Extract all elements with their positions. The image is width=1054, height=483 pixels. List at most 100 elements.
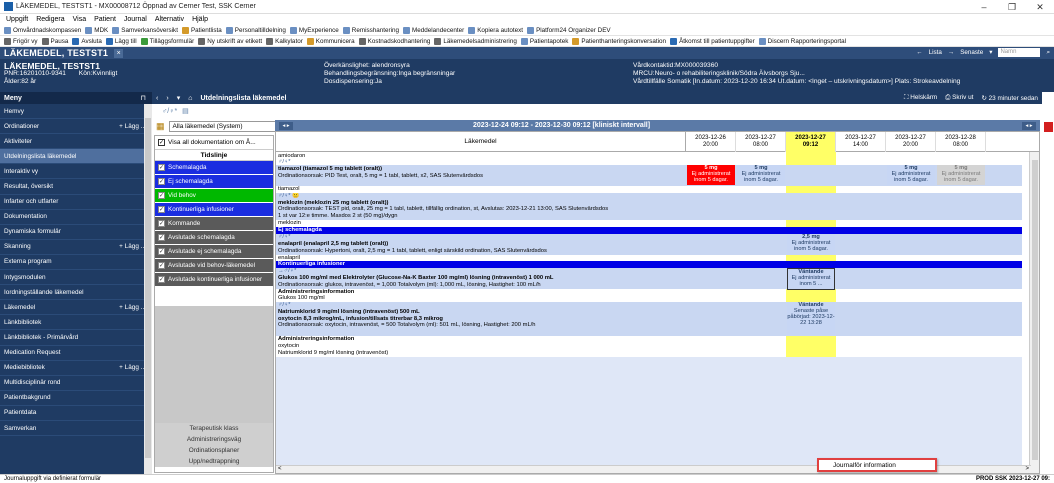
forward-icon[interactable]: → xyxy=(948,49,954,56)
sidebar-item-skanning[interactable]: Skanning + Lägg ... xyxy=(0,240,152,255)
sidebar-item-medication-request[interactable]: Medication Request xyxy=(0,346,152,361)
scroll-right-icon[interactable]: > xyxy=(1025,466,1029,473)
date-col-6[interactable]: 2023-12-28 08:00 xyxy=(936,132,986,152)
cell-glukos-current[interactable]: Väntande Ej administrerat inom 5 ... xyxy=(787,268,835,290)
toolbar-mdk[interactable]: MDK xyxy=(85,26,108,34)
close-patient-icon[interactable]: × xyxy=(114,48,124,58)
toolbar-atkomst-till-patientuppgifter[interactable]: Åtkomst till patientuppgifter xyxy=(670,37,755,45)
close-button[interactable]: ✕ xyxy=(1026,0,1054,14)
sidebar-item-patientdata[interactable]: Patientdata xyxy=(0,406,152,421)
cell-tiamazol-2[interactable]: 5 mg Ej administrerat inom 5 dagar. xyxy=(737,165,785,185)
menu-redigera[interactable]: Redigera xyxy=(36,16,64,23)
home-icon[interactable]: ⌂ xyxy=(188,95,192,102)
gender-filter-icon[interactable]: ♂/♀* xyxy=(162,108,177,115)
sidebar-item-resultat-oversikt[interactable]: Resultat, översikt xyxy=(0,179,152,195)
category-schemalagda[interactable]: ✓ Schemalagda xyxy=(155,161,273,175)
menu-patient[interactable]: Patient xyxy=(94,16,116,23)
back-icon[interactable]: ← xyxy=(916,49,922,56)
category-avslutade-schemalagda[interactable]: ✓ Avslutade schemalagda xyxy=(155,231,273,245)
toolbar-lakemedelsadministrering[interactable]: Läkemedelsadministrering xyxy=(434,37,517,45)
nav-back-icon[interactable]: ‹ xyxy=(156,95,158,102)
category-checkbox[interactable]: ✓ xyxy=(158,262,165,269)
sidebar-item-samverkan[interactable]: Samverkan xyxy=(0,421,152,437)
cell-tiamazol-3[interactable]: 5 mg Ej administrerat inom 5 dagar. xyxy=(887,165,935,185)
sidebar-item-mediebibliotek[interactable]: Mediebibliotek + Lägg ... xyxy=(0,361,152,376)
toolbar-avsluta[interactable]: Avsluta xyxy=(72,37,102,45)
show-all-doc[interactable]: ✓ Visa all dokumentation om Å... xyxy=(155,136,273,150)
cell-tiamazol-1[interactable]: 5 mg Ej administrerat inom 5 dagar. xyxy=(687,165,735,185)
category-checkbox[interactable]: ✓ xyxy=(158,164,165,171)
print-button[interactable]: ⎙ Skriv ut xyxy=(945,94,973,102)
cell-tiamazol-4[interactable]: 5 mg Ej administrerat inom 5 dagar. xyxy=(937,165,985,185)
sidebar-item-aktiviteter[interactable]: Aktiviteter xyxy=(0,134,152,150)
row-gender-icon-4[interactable]: →♂/♀* xyxy=(276,268,686,275)
scroll-left-icon[interactable]: < xyxy=(278,466,282,472)
toolbar-kalkylator[interactable]: Kalkylator xyxy=(266,37,303,45)
refresh-button[interactable]: ↻ 23 minuter sedan xyxy=(981,94,1038,102)
toolbar-personaltilldelning[interactable]: Personaltilldelning xyxy=(225,26,286,34)
toolbar-frigor-vy[interactable]: Frigör vy xyxy=(4,37,38,45)
sidebar-item-dokumentation[interactable]: Dokumentation xyxy=(0,210,152,225)
toolbar-patientapotek[interactable]: Patientapotek xyxy=(520,37,568,45)
category-avslutade-vid-behov-lakemedel[interactable]: ✓ Avslutade vid behov-läkemedel xyxy=(155,259,273,273)
minimize-button[interactable]: – xyxy=(970,0,998,14)
toolbar-platform24-organizer-dev[interactable]: Platform24 Organizer DEV xyxy=(527,26,611,34)
row-gender-icon-1[interactable]: ♂/♀* xyxy=(276,159,686,166)
sidebar-item-dynamiska-formular[interactable]: Dynamiska formulär xyxy=(0,225,152,240)
add-button[interactable]: + Lägg ... xyxy=(119,304,146,311)
cell-natriumklorid-current[interactable]: Väntande Senaste påse påbörjad: 2023-12-2… xyxy=(787,302,835,335)
sidebar-item-iordningstallande-lakemedel[interactable]: Iordningställande läkemedel xyxy=(0,285,152,301)
add-button[interactable]: + Lägg ... xyxy=(119,364,146,371)
show-all-checkbox[interactable]: ✓ xyxy=(158,139,165,146)
toolbar-samverkansoversikt[interactable]: Samverkansöversikt xyxy=(112,26,178,34)
patient-tab[interactable]: LÄKEMEDEL, TESTST1 xyxy=(4,48,108,58)
menu-uppgift[interactable]: Uppgift xyxy=(6,16,28,23)
therapeutic-class-button[interactable]: Terapeutisk klass xyxy=(155,423,273,434)
row-natriumklorid-name[interactable]: Natriumklorid 9 mg/ml lösning (intravenö… xyxy=(276,309,686,316)
menu-hjalp[interactable]: Hjälp xyxy=(192,16,208,23)
menu-visa[interactable]: Visa xyxy=(73,16,87,23)
sidebar-scrollbar[interactable] xyxy=(144,104,152,474)
tapering-button[interactable]: Upp/nedtrappning xyxy=(155,456,273,467)
row-tiamazol-name[interactable]: tiamazol (tiamazol 5 mg tablett (oralt)) xyxy=(276,166,686,173)
senaste-button[interactable]: Senaste xyxy=(960,49,983,56)
sidebar-item-multidisciplinar-rond[interactable]: Multidisciplinär rond xyxy=(0,376,152,391)
patient-search-input[interactable]: Namn xyxy=(998,48,1041,57)
toolbar-discern-rapporteringsportal[interactable]: Discern Rapporteringsportal xyxy=(758,37,846,45)
category-avslutade-kontinuerliga-infusioner[interactable]: ✓ Avslutade kontinuerliga infusioner xyxy=(155,273,273,287)
sidebar-item-ordinationer[interactable]: Ordinationer + Lägg ... xyxy=(0,119,152,135)
nav-forward-icon[interactable]: › xyxy=(166,95,168,102)
toolbar-kostnadskodhantering[interactable]: Kostnadskodhantering xyxy=(358,37,430,45)
toolbar-lagg-till[interactable]: Lägg till xyxy=(105,37,137,45)
category-kommande[interactable]: ✓ Kommande xyxy=(155,217,273,231)
row-glukos-name[interactable]: Glukos 100 mg/ml med Elektrolyter (Gluco… xyxy=(276,275,686,282)
add-button[interactable]: + Lägg ... xyxy=(119,243,146,250)
next-interval-button[interactable]: ◂ ▸ xyxy=(1022,121,1036,130)
fullscreen-button[interactable]: ⛶ Helskärm xyxy=(904,94,937,102)
row-enalapril-name[interactable]: enalapril (enalapril 2,5 mg tablett (ora… xyxy=(276,241,686,248)
toolbar-pausa[interactable]: Pausa xyxy=(41,37,68,45)
category-checkbox[interactable]: ✓ xyxy=(158,178,165,185)
category-checkbox[interactable]: ✓ xyxy=(158,220,165,227)
category-checkbox[interactable]: ✓ xyxy=(158,192,165,199)
toolbar-tillaggsformular[interactable]: Tilläggsformulär xyxy=(140,37,194,45)
time-range[interactable]: 2023-12-24 09:12 - 2023-12-30 09:12 [kli… xyxy=(473,122,650,129)
toolbar-meddelandecenter[interactable]: Meddelandecenter xyxy=(403,26,464,34)
add-button[interactable]: + Lägg ... xyxy=(119,123,146,130)
sidebar-item-utdelningslista-lakemedel[interactable]: Utdelningslista läkemedel xyxy=(0,149,152,165)
toolbar-kopiera-autotext[interactable]: Kopiera autotext xyxy=(468,26,523,34)
order-plans-button[interactable]: Ordinationsplaner xyxy=(155,445,273,456)
row-gender-icon-3[interactable]: ♂/♀* xyxy=(276,234,686,241)
toolbar-ny-utskrift-av-etikett[interactable]: Ny utskrift av etikett xyxy=(198,37,262,45)
calendar-icon[interactable]: ▦ xyxy=(156,121,165,132)
date-col-4[interactable]: 2023-12-27 14:00 xyxy=(836,132,886,152)
sidebar-item-patientbakgrund[interactable]: Patientbakgrund xyxy=(0,391,152,406)
document-icon[interactable]: ▤ xyxy=(182,107,189,115)
toolbar-remisshantering[interactable]: Remisshantering xyxy=(342,26,399,34)
category-avslutade-ej-schemalagda[interactable]: ✓ Avslutade ej schemalagda xyxy=(155,245,273,259)
administration-route-button[interactable]: Administreringsväg xyxy=(155,434,273,445)
date-col-1[interactable]: 2023-12-26 20:00 xyxy=(686,132,736,152)
toolbar-patienthanteringskonversation[interactable]: Patienthanteringskonversation xyxy=(572,37,666,45)
row-gender-icon-5[interactable]: ♂/♀* xyxy=(276,302,686,309)
cell-enalapril-current[interactable]: 2,5 mg Ej administrerat inom 5 dagar. xyxy=(787,234,835,255)
